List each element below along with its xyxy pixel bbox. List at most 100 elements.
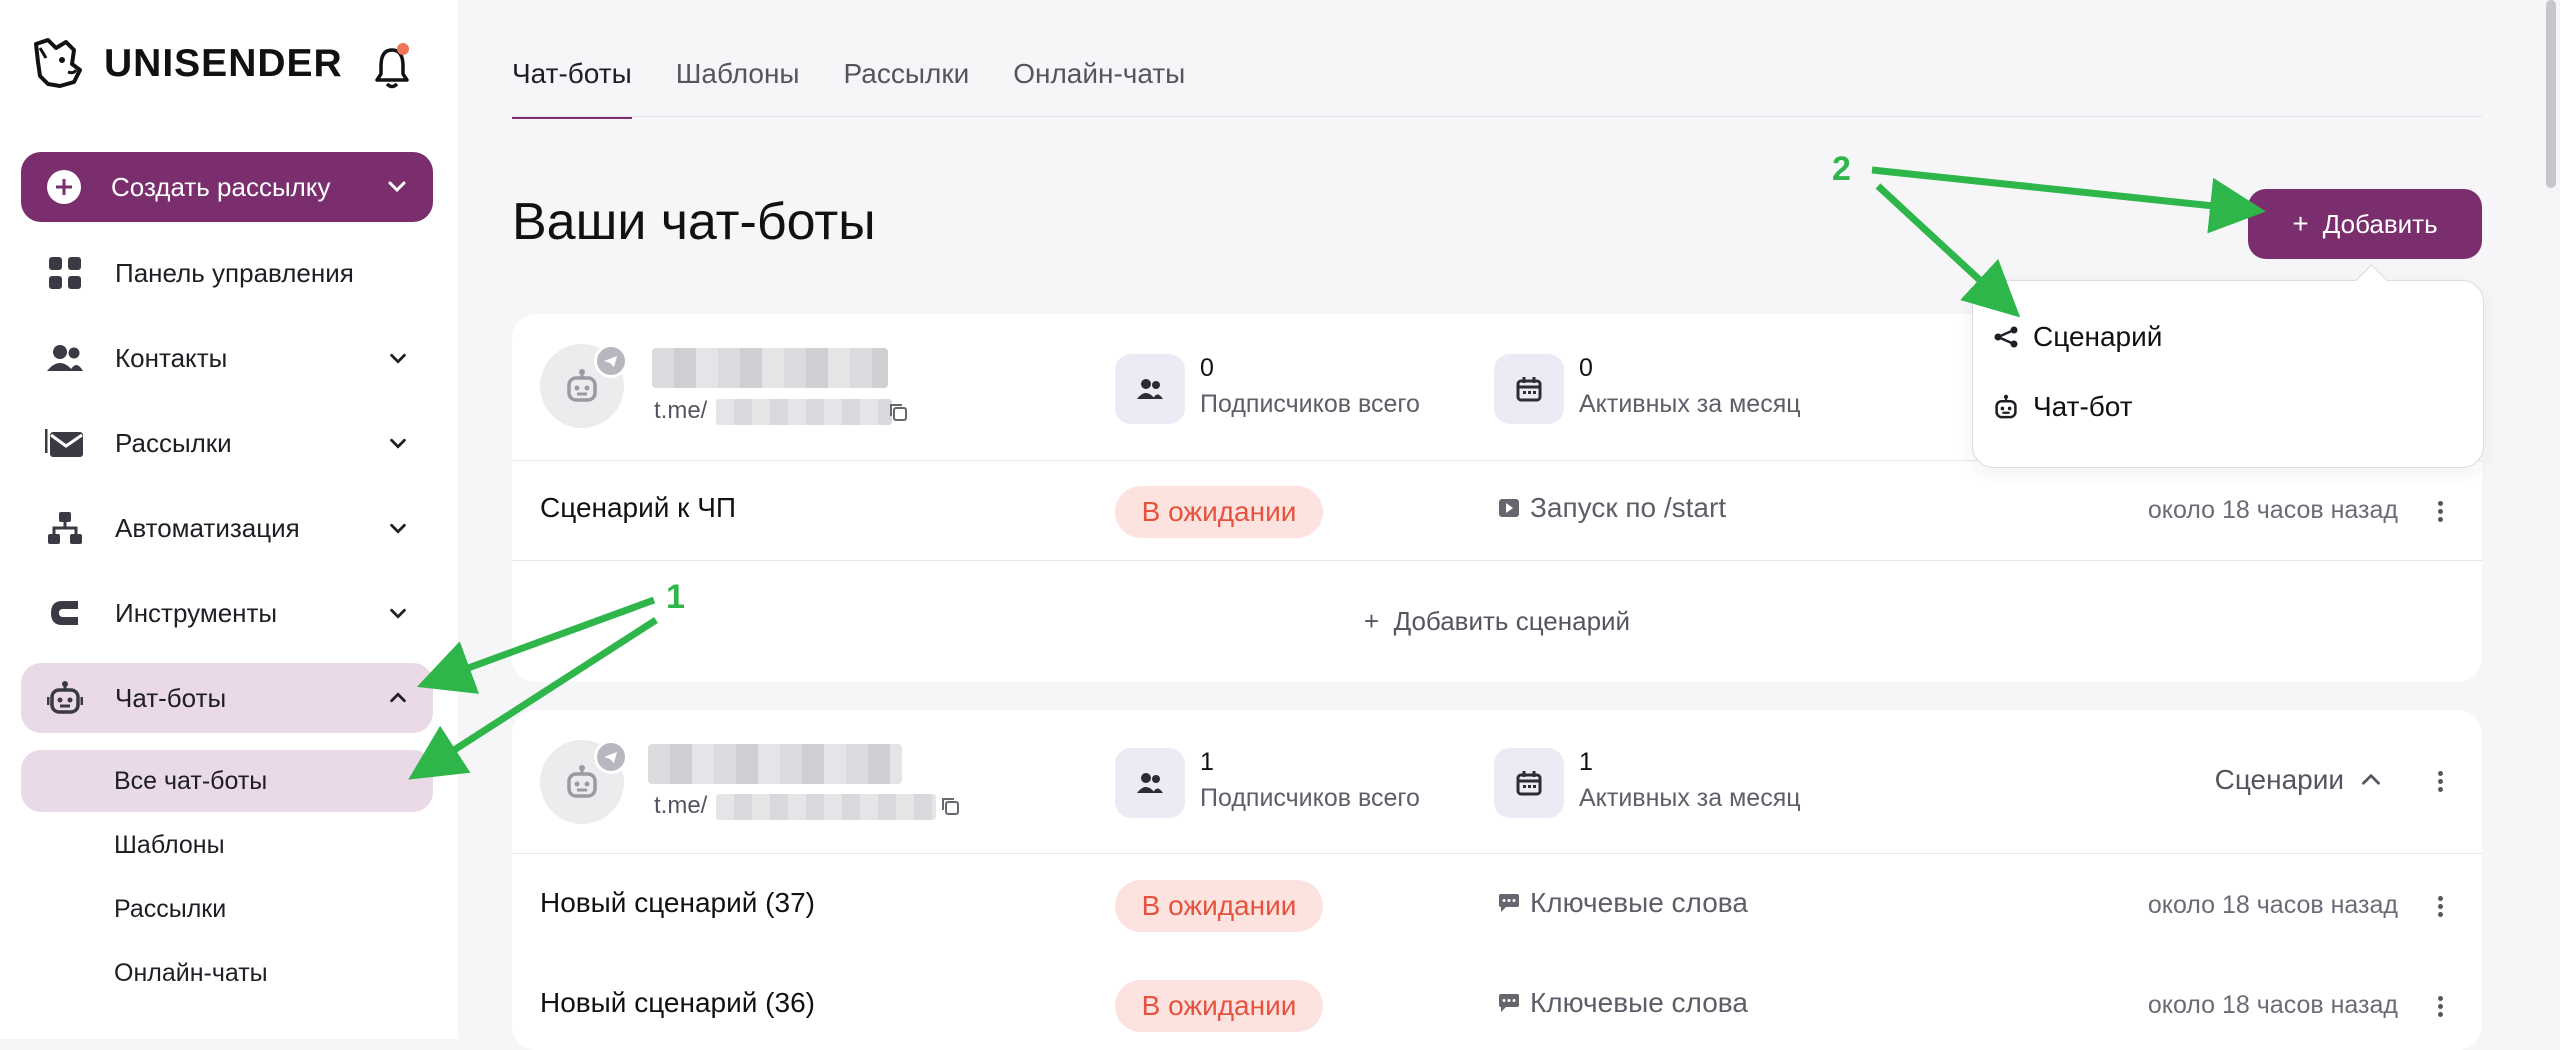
status-badge: В ожидании [1115, 980, 1323, 1032]
sidebar-subitem-online-chats[interactable]: Онлайн-чаты [21, 942, 433, 1004]
menu-item-chatbot[interactable]: Чат-бот [1993, 391, 2133, 423]
sidebar-item-dashboard[interactable]: Панель управления [21, 238, 433, 308]
sidebar-subitem-label: Шаблоны [114, 830, 225, 859]
arrow-2a [1871, 166, 2266, 234]
subscribers-icon-box [1115, 354, 1185, 424]
menu-item-label: Сценарий [2033, 321, 2163, 352]
sidebar: UNISENDER Создать рассылку Панель управл… [0, 0, 458, 1039]
scenarios-toggle[interactable]: Сценарии [2215, 764, 2384, 796]
sidebar-item-chatbots[interactable]: Чат-боты [21, 663, 433, 733]
brand-logo[interactable]: UNISENDER [26, 34, 343, 94]
bot-link-redacted [716, 794, 936, 820]
subscribers-label: Подписчиков всего [1200, 390, 1420, 418]
dog-logo-icon [34, 38, 82, 88]
active-icon-box [1494, 748, 1564, 818]
scrollbar-thumb[interactable] [2546, 0, 2556, 188]
menu-item-label: Чат-бот [2033, 391, 2133, 422]
sidebar-subitem-label: Все чат-боты [114, 766, 268, 795]
chat-bubble-icon [1499, 894, 1519, 912]
play-icon [1499, 499, 1519, 517]
sidebar-item-label: Рассылки [115, 427, 232, 458]
scenario-name[interactable]: Новый сценарий (36) [540, 987, 815, 1019]
subscribers-icon-box [1115, 748, 1185, 818]
sidebar-item-tools[interactable]: Инструменты [21, 578, 433, 648]
dashboard-icon [45, 253, 85, 293]
chevron-down-icon [390, 353, 406, 364]
bot-link-prefix: t.me/ [654, 397, 708, 424]
robot-icon [567, 369, 597, 402]
add-dropdown-menu: Сценарий Чат-бот [1972, 280, 2484, 468]
tab-chatbots[interactable]: Чат-боты [512, 58, 632, 119]
active-count: 1 [1579, 748, 1593, 776]
chevron-up-icon [2362, 773, 2380, 785]
telegram-badge-icon [594, 344, 628, 378]
status-badge: В ожидании [1115, 486, 1323, 538]
active-icon-box [1494, 354, 1564, 424]
robot-icon [1995, 394, 2017, 419]
menu-item-scenario[interactable]: Сценарий [1993, 321, 2162, 353]
robot-icon [567, 765, 597, 798]
more-options-icon[interactable] [2438, 498, 2444, 525]
create-campaign-button[interactable]: Создать рассылку [21, 152, 433, 222]
copy-icon[interactable] [940, 796, 960, 816]
sidebar-item-label: Чат-боты [115, 682, 227, 713]
sidebar-subitem-broadcasts[interactable]: Рассылки [21, 878, 433, 940]
brand-name: UNISENDER [104, 42, 343, 85]
scenario-time: около 18 часов назад [2147, 891, 2398, 919]
sidebar-subitem-label: Рассылки [114, 894, 227, 923]
sidebar-subitem-templates[interactable]: Шаблоны [21, 814, 433, 876]
add-scenario-label: Добавить сценарий [1393, 606, 1631, 636]
scenario-time: около 18 часов назад [2147, 991, 2398, 1019]
subscribers-count: 0 [1200, 354, 1214, 382]
more-options-icon[interactable] [2438, 893, 2444, 920]
tab-broadcasts[interactable]: Рассылки [844, 58, 970, 119]
automation-icon [45, 508, 85, 548]
sidebar-item-label: Панель управления [115, 257, 354, 288]
scenario-name[interactable]: Новый сценарий (37) [540, 887, 815, 919]
scenario-time: около 18 часов назад [2147, 496, 2398, 524]
sidebar-item-contacts[interactable]: Контакты [21, 323, 433, 393]
sidebar-item-campaigns[interactable]: Рассылки [21, 408, 433, 478]
users-icon [1137, 379, 1163, 399]
mail-icon [45, 423, 85, 463]
annotation-number-1: 1 [666, 578, 685, 616]
page-title: Ваши чат-боты [512, 193, 876, 251]
bot-name-redacted [652, 348, 888, 388]
tab-online-chats[interactable]: Онлайн-чаты [1013, 58, 1185, 119]
add-button[interactable]: + Добавить [2248, 189, 2482, 259]
sidebar-item-label: Инструменты [115, 597, 278, 628]
chatbot-card: t.me/ 1 Подписчиков всего 1 Активных за … [512, 710, 2482, 1050]
trigger-label: Запуск по /start [1530, 492, 1727, 523]
tools-icon [45, 593, 85, 633]
chevron-down-icon [388, 181, 406, 193]
chevron-down-icon [390, 438, 406, 449]
sidebar-item-label: Автоматизация [115, 512, 300, 543]
scenario-name[interactable]: Сценарий к ЧП [540, 492, 736, 524]
create-campaign-label: Создать рассылку [111, 171, 331, 202]
tab-templates[interactable]: Шаблоны [676, 58, 800, 119]
calendar-icon [1516, 771, 1542, 796]
active-label: Активных за месяц [1579, 784, 1801, 812]
sidebar-subitem-all-chatbots[interactable]: Все чат-боты [21, 750, 433, 812]
more-options-icon[interactable] [2438, 768, 2444, 795]
users-icon [1137, 773, 1163, 793]
add-scenario-button[interactable]: + Добавить сценарий [512, 606, 2482, 637]
copy-icon[interactable] [888, 402, 908, 422]
plus-icon: + [2292, 208, 2309, 239]
bot-link-redacted [716, 399, 892, 425]
chat-bubble-icon [1499, 994, 1519, 1012]
more-options-icon[interactable] [2438, 993, 2444, 1020]
sidebar-item-automation[interactable]: Автоматизация [21, 493, 433, 563]
active-label: Активных за месяц [1579, 390, 1801, 418]
row-divider [512, 853, 2482, 854]
scenarios-toggle-label: Сценарии [2214, 764, 2344, 795]
plus-icon: + [1363, 606, 1380, 636]
chevron-up-icon [390, 692, 406, 703]
scenario-trigger: Ключевые слова [1498, 987, 1748, 1019]
trigger-label: Ключевые слова [1530, 887, 1748, 918]
subscribers-label: Подписчиков всего [1200, 784, 1420, 812]
contacts-icon [45, 338, 85, 378]
robot-icon [45, 678, 85, 718]
sidebar-subitem-label: Онлайн-чаты [114, 958, 268, 987]
bot-name-redacted [648, 744, 902, 784]
